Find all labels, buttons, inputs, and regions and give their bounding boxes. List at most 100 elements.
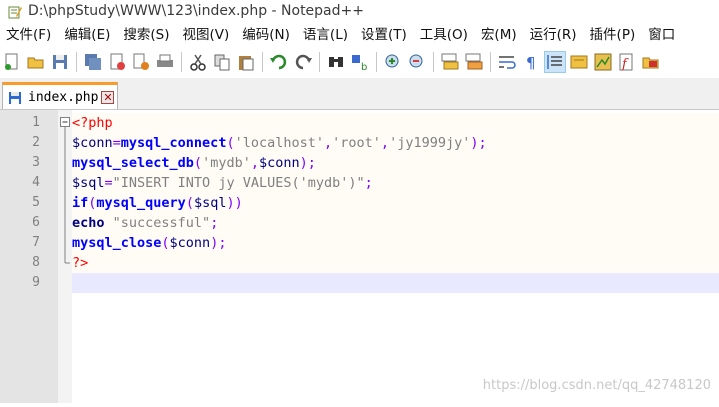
code-line[interactable]: <?php	[72, 113, 719, 133]
code-line[interactable]: ?>	[72, 253, 719, 273]
open-file-icon[interactable]	[26, 52, 46, 72]
line-number: 9	[32, 275, 40, 290]
code-token: $sql	[72, 175, 105, 191]
svg-text:b: b	[361, 62, 367, 72]
menu-item-11[interactable]: 窗口	[642, 24, 682, 46]
folder-as-workspace-icon[interactable]	[641, 52, 661, 72]
code-token: $conn	[258, 155, 300, 171]
saved-file-icon	[8, 90, 22, 104]
menu-item-8[interactable]: 宏(M)	[475, 24, 524, 46]
code-token: ))	[226, 195, 243, 211]
toolbar-separator	[181, 52, 182, 72]
code-line[interactable]: mysql_close($conn);	[72, 233, 719, 253]
menu-item-10[interactable]: 插件(P)	[584, 24, 643, 46]
find-icon[interactable]	[326, 52, 346, 72]
sync-horizontal-icon[interactable]	[464, 52, 484, 72]
notepad-app-icon	[8, 4, 22, 19]
doc-map-icon[interactable]	[593, 52, 613, 72]
save-all-icon[interactable]	[83, 52, 103, 72]
code-token: 'jy1999jy'	[389, 135, 471, 151]
menu-item-5[interactable]: 语言(L)	[297, 24, 355, 46]
menu-item-9[interactable]: 运行(R)	[524, 24, 584, 46]
new-file-icon[interactable]	[2, 52, 22, 72]
indent-guide-icon[interactable]	[544, 51, 566, 73]
code-token: mysql_query	[96, 195, 186, 211]
code-token: =	[112, 135, 121, 151]
code-area[interactable]: <?php $conn=mysql_connect('localhost','ro…	[72, 113, 719, 293]
toolbar-separator	[319, 52, 320, 72]
menu-item-3[interactable]: 视图(V)	[177, 24, 237, 46]
line-number: 1	[32, 115, 40, 130]
toolbar: b ¶ f	[0, 48, 719, 76]
save-icon[interactable]	[50, 52, 70, 72]
line-number: 5	[32, 195, 40, 210]
code-line[interactable]: $conn=mysql_connect('localhost','root','…	[72, 133, 719, 153]
code-line[interactable]: if(mysql_query($sql))	[72, 193, 719, 213]
line-number: 8	[32, 255, 40, 270]
code-token: mysql_connect	[120, 135, 227, 151]
replace-icon[interactable]: b	[350, 52, 370, 72]
code-line[interactable]	[72, 273, 719, 293]
code-line[interactable]: echo "successful";	[72, 213, 719, 233]
line-number: 6	[32, 215, 40, 230]
code-token: mysql_select_db	[72, 155, 194, 171]
tab-close-icon[interactable]: ✕	[101, 90, 115, 104]
redo-icon[interactable]	[293, 52, 313, 72]
word-wrap-icon[interactable]	[497, 52, 517, 72]
code-token: ,	[324, 135, 333, 151]
zoom-in-icon[interactable]	[383, 52, 403, 72]
show-all-chars-icon[interactable]: ¶	[521, 52, 541, 72]
menu-item-1[interactable]: 编辑(E)	[58, 24, 117, 46]
watermark-text: https://blog.csdn.net/qq_42748120	[482, 378, 711, 393]
menu-item-4[interactable]: 编码(N)	[236, 24, 297, 46]
code-token: $conn	[72, 135, 113, 151]
toolbar-separator	[376, 52, 377, 72]
code-token: 'mydb'	[202, 155, 251, 171]
print-icon[interactable]	[155, 52, 175, 72]
fold-marker-icon[interactable]	[58, 110, 72, 403]
code-editor[interactable]: 123456789 <?php $conn=mysql_connect('loca…	[0, 110, 719, 403]
copy-icon[interactable]	[212, 52, 232, 72]
zoom-out-icon[interactable]	[407, 52, 427, 72]
toolbar-separator	[490, 52, 491, 72]
line-number-gutter: 1 2 3 4 5 6 7 8 9	[0, 110, 58, 403]
code-token: ,	[250, 155, 259, 171]
menu-bar: 文件(F) 编辑(E) 搜索(S) 视图(V) 编码(N) 语言(L) 设置(T) 工具(O)…	[0, 24, 719, 46]
code-token: ;	[364, 175, 373, 191]
title-bar: D:\phpStudy\WWW\123\index.php - Notepad+…	[0, 0, 719, 22]
code-token: ;	[210, 215, 219, 231]
undo-icon[interactable]	[269, 52, 289, 72]
code-token: (	[185, 195, 194, 211]
tab-label: index.php	[28, 89, 99, 105]
code-line[interactable]: mysql_select_db('mydb',$conn);	[72, 153, 719, 173]
paste-icon[interactable]	[236, 52, 256, 72]
tab-index-php[interactable]: index.php ✕	[2, 82, 118, 109]
code-token: ,	[380, 135, 390, 151]
tab-bar: index.php ✕	[0, 78, 719, 110]
code-token: "INSERT INTO jy VALUES('mydb')"	[112, 175, 365, 191]
menu-item-7[interactable]: 工具(O)	[414, 24, 475, 46]
menu-item-0[interactable]: 文件(F)	[0, 24, 58, 46]
line-number: 3	[32, 155, 40, 170]
code-line[interactable]: $sql="INSERT INTO jy VALUES('mydb')";	[72, 173, 719, 193]
close-all-icon[interactable]	[131, 52, 151, 72]
line-number: 4	[32, 175, 40, 190]
lang-icon[interactable]	[569, 52, 589, 72]
cut-icon[interactable]	[188, 52, 208, 72]
code-token: 'root'	[332, 135, 381, 151]
code-token: ?>	[72, 255, 89, 271]
code-token: if	[72, 195, 89, 211]
line-number: 7	[32, 235, 40, 250]
sync-vertical-icon[interactable]	[440, 52, 460, 72]
code-token: );	[210, 235, 227, 251]
menu-item-2[interactable]: 搜索(S)	[117, 24, 176, 46]
close-icon[interactable]	[107, 52, 127, 72]
code-token: "successful"	[112, 215, 211, 231]
code-token: );	[299, 155, 316, 171]
toolbar-separator	[76, 52, 77, 72]
fold-margin[interactable]	[58, 110, 72, 403]
code-token: (	[226, 135, 235, 151]
menu-item-6[interactable]: 设置(T)	[355, 24, 414, 46]
code-token: $conn	[169, 235, 211, 251]
function-list-icon[interactable]: f	[617, 52, 637, 72]
